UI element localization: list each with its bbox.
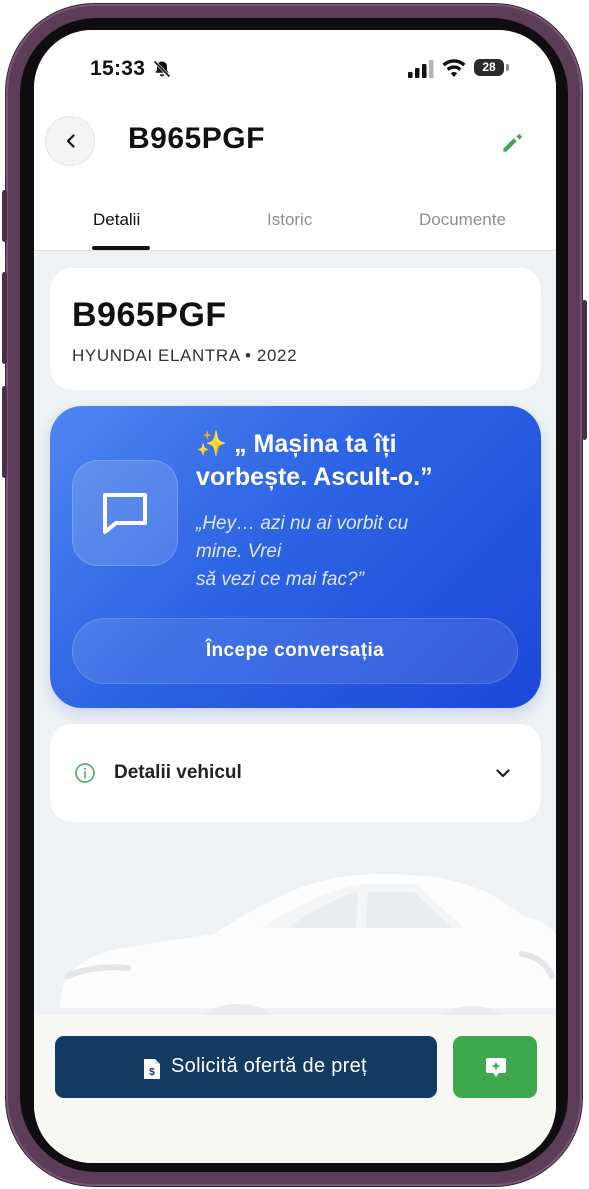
bottom-action-bar: $ Solicită ofertă de preț — [34, 1015, 556, 1163]
app-screen: 15:33 28 B965PGF Detalii Istoric Documen… — [34, 30, 556, 1163]
chat-icon-container — [72, 460, 178, 566]
phone-power-button — [582, 300, 587, 440]
phone-volume-down-button — [2, 386, 7, 478]
ai-card-quote-line3: să vezi ce mai fac?” — [196, 569, 364, 590]
ai-card-quote: „Hey… azi nu ai vorbit cu mine. Vrei să … — [196, 510, 496, 594]
request-quote-label: Solicită ofertă de preț — [171, 1055, 367, 1077]
battery-level: 28 — [482, 60, 496, 74]
chat-bubble-icon — [103, 493, 147, 534]
svg-text:$: $ — [149, 1067, 155, 1078]
start-conversation-label: Începe conversația — [205, 640, 385, 661]
phone-volume-up-button — [2, 272, 7, 364]
chevron-left-icon — [66, 134, 75, 148]
vehicle-details-label: Detalii vehicul — [114, 762, 242, 783]
wifi-icon — [442, 59, 466, 77]
back-button[interactable] — [45, 116, 95, 166]
signal-icon — [408, 60, 434, 78]
vehicle-plate: B965PGF — [72, 296, 227, 334]
status-time: 15:33 — [90, 57, 146, 80]
vehicle-summary-card: B965PGF HYUNDAI ELANTRA • 2022 — [50, 268, 541, 390]
page-title: B965PGF — [128, 122, 265, 155]
header: B965PGF Detalii Istoric Documente — [34, 108, 556, 251]
pencil-icon[interactable] — [499, 130, 525, 156]
request-quote-button[interactable]: $ Solicită ofertă de preț — [55, 1036, 437, 1098]
ai-card-quote-line2: mine. Vrei — [196, 541, 282, 562]
active-tab-indicator — [92, 246, 150, 250]
vehicle-model-year: HYUNDAI ELANTRA • 2022 — [72, 346, 298, 365]
phone-side-button — [2, 190, 7, 242]
start-conversation-button[interactable]: Începe conversația — [72, 618, 518, 684]
chevron-down-icon — [496, 769, 510, 778]
ai-card-title: ✨ „ Mașina ta îți vorbește. Ascult-o.” — [196, 428, 526, 494]
tab-istoric[interactable]: Istoric — [267, 210, 312, 230]
tab-documente[interactable]: Documente — [419, 210, 506, 230]
ai-card-title-line1: ✨ „ Mașina ta îți — [196, 430, 397, 458]
sparkle-chat-icon — [486, 1058, 506, 1077]
ai-card-title-line2: vorbește. Ascult-o.” — [196, 463, 433, 491]
info-icon — [75, 763, 95, 783]
status-bar: 15:33 28 — [34, 30, 556, 108]
invoice-dollar-icon: $ — [144, 1059, 160, 1079]
tab-detalii[interactable]: Detalii — [93, 210, 140, 230]
battery-tip — [506, 64, 509, 71]
battery-indicator: 28 — [474, 59, 504, 76]
vehicle-details-accordion[interactable]: Detalii vehicul — [50, 724, 541, 822]
ai-chat-card: ✨ „ Mașina ta îți vorbește. Ascult-o.” „… — [50, 406, 541, 708]
ai-card-quote-line1: „Hey… azi nu ai vorbit cu — [196, 513, 409, 534]
ai-assistant-button[interactable] — [453, 1036, 537, 1098]
bell-slash-icon — [153, 60, 171, 78]
